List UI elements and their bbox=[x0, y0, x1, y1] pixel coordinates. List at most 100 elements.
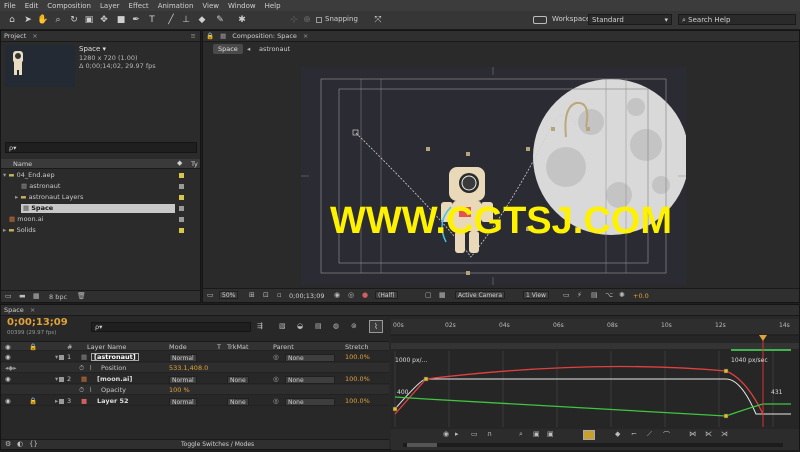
timeline-icon[interactable]: ▤ bbox=[591, 291, 598, 299]
flowchart-icon[interactable]: ⌥ bbox=[605, 291, 613, 299]
timeline-current-time[interactable]: 0;00;13;09 bbox=[7, 317, 68, 328]
resolution-select[interactable]: (Half) bbox=[375, 291, 398, 299]
stopwatch-icon[interactable]: ⏱ bbox=[79, 363, 84, 373]
parent-select[interactable]: None bbox=[285, 397, 335, 407]
layer-label-swatch[interactable] bbox=[59, 399, 64, 404]
reset-exposure-icon[interactable]: ✺ bbox=[619, 291, 625, 299]
t-header[interactable]: T bbox=[217, 342, 221, 352]
breadcrumb-space[interactable]: Space bbox=[213, 44, 243, 54]
layer-name[interactable]: [moon.ai] bbox=[97, 374, 132, 384]
layer-name[interactable]: [astronaut] bbox=[91, 353, 139, 361]
lock-icon[interactable]: 🔒 bbox=[29, 342, 37, 352]
eye-icon[interactable]: ◉ bbox=[5, 374, 11, 384]
pan-behind-tool-icon[interactable]: ✥ bbox=[98, 14, 110, 26]
transfer-controls-icon[interactable]: ◐ bbox=[17, 440, 23, 448]
stretch-header[interactable]: Stretch bbox=[345, 342, 368, 352]
project-item-end-aep[interactable]: ▾ ▬ 04_End.aep bbox=[1, 171, 200, 180]
snapshot-icon[interactable]: ◉ bbox=[334, 291, 340, 299]
menu-effect[interactable]: Effect bbox=[129, 2, 149, 10]
transparency-grid-icon[interactable]: ▦ bbox=[439, 291, 446, 299]
chevron-down-icon[interactable]: ▾ bbox=[55, 352, 58, 362]
layer-label-swatch[interactable] bbox=[59, 355, 64, 360]
layer-label-swatch[interactable] bbox=[59, 377, 64, 382]
timeline-search-input[interactable]: ρ▾ bbox=[91, 322, 251, 332]
clone-stamp-tool-icon[interactable]: ⊥ bbox=[180, 14, 192, 26]
mask-visibility-icon[interactable]: ▫ bbox=[277, 291, 282, 299]
project-item-astronaut-layers[interactable]: ▸ ▬ astronaut Layers bbox=[1, 193, 200, 202]
rotate-tool-icon[interactable]: ↻ bbox=[68, 14, 80, 26]
motion-blur-icon[interactable]: ◍ bbox=[333, 322, 339, 330]
workspace-select[interactable]: Standard ▾ bbox=[588, 14, 672, 25]
property-row-opacity[interactable]: ⏱ ⌇ Opacity 100 % bbox=[1, 385, 389, 395]
trash-icon[interactable]: 🗑 bbox=[77, 292, 86, 300]
label-color-swatch[interactable] bbox=[179, 184, 184, 189]
layer-row-layer-52[interactable]: ◉ 🔒 ▸ 3 ■ Layer 52 Normal None ◎ None 10… bbox=[1, 396, 389, 406]
menu-composition[interactable]: Composition bbox=[47, 2, 91, 10]
layer-number-header[interactable]: # bbox=[67, 342, 72, 352]
eye-icon[interactable]: ◉ bbox=[5, 342, 11, 352]
keyframe-nav-icon[interactable]: ◂◆▸ bbox=[5, 363, 17, 373]
snapping-checkbox[interactable] bbox=[316, 17, 322, 23]
mode-header[interactable]: Mode bbox=[169, 342, 187, 352]
linear-keyframe-icon[interactable]: ⟋ bbox=[647, 430, 652, 439]
label-tag-icon[interactable]: ◆ bbox=[177, 159, 182, 167]
color-channels-icon[interactable]: ● bbox=[362, 291, 368, 299]
eye-icon[interactable]: ◉ bbox=[5, 396, 11, 406]
chevron-down-icon[interactable]: ▾ bbox=[55, 374, 58, 384]
shy-layers-icon[interactable]: ◒ bbox=[297, 322, 303, 330]
separate-dimensions-icon[interactable] bbox=[583, 430, 595, 440]
zoom-tool-icon[interactable]: ⌕ bbox=[52, 14, 64, 26]
exposure-value[interactable]: +0.0 bbox=[633, 292, 649, 300]
magnification-select[interactable]: 50% bbox=[219, 291, 239, 299]
roto-brush-tool-icon[interactable]: ✎ bbox=[214, 14, 226, 26]
column-type-header[interactable]: Ty bbox=[191, 160, 198, 168]
hold-keyframe-icon[interactable]: ⌐ bbox=[631, 430, 637, 438]
label-color-swatch[interactable] bbox=[179, 206, 184, 211]
safe-margins-icon[interactable]: ⊞ bbox=[249, 291, 255, 299]
project-item-space[interactable]: ▦ Space bbox=[21, 204, 175, 213]
trkmat-header[interactable]: TrkMat bbox=[227, 342, 249, 352]
column-name-header[interactable]: Name bbox=[13, 160, 32, 168]
graph-toggle-icon[interactable]: ⌇ bbox=[89, 385, 92, 395]
grid-icon[interactable]: ⊡ bbox=[263, 291, 269, 299]
project-item-astronaut[interactable]: ▦ astronaut bbox=[1, 182, 200, 191]
pickwhip-icon[interactable]: ◎ bbox=[273, 396, 279, 406]
world-axis-icon[interactable]: ⊕ bbox=[301, 14, 313, 26]
home-icon[interactable]: ⌂ bbox=[6, 14, 18, 26]
label-color-swatch[interactable] bbox=[179, 228, 184, 233]
puppet-pin-tool-icon[interactable]: ✱ bbox=[236, 14, 248, 26]
layer-name-header[interactable]: Layer Name bbox=[87, 342, 126, 352]
lock-icon[interactable]: 🔒 bbox=[29, 396, 37, 406]
easy-ease-in-icon[interactable]: ⋉ bbox=[705, 430, 712, 438]
parent-select[interactable]: None bbox=[285, 375, 335, 385]
project-search-input[interactable]: ρ▾ bbox=[5, 142, 197, 153]
always-preview-icon[interactable]: ▭ bbox=[207, 291, 214, 299]
layer-switches-icon[interactable]: ⚙ bbox=[5, 440, 11, 448]
camera-tool-icon[interactable]: ▣ bbox=[83, 14, 95, 26]
menu-window[interactable]: Window bbox=[228, 2, 256, 10]
search-help-field[interactable]: ⌕ Search Help bbox=[678, 14, 796, 25]
chevron-right-icon[interactable]: ▸ bbox=[55, 396, 58, 406]
chevron-right-icon[interactable]: ▸ bbox=[15, 193, 18, 201]
stretch-value[interactable]: 100.0% bbox=[345, 374, 370, 384]
layer-name[interactable]: Layer 52 bbox=[97, 396, 129, 406]
close-icon[interactable]: × bbox=[30, 306, 35, 314]
close-icon[interactable]: × bbox=[303, 32, 308, 40]
comp-name[interactable]: Space ▾ bbox=[79, 45, 106, 53]
label-color-swatch[interactable] bbox=[179, 195, 184, 200]
fit-selection-icon[interactable]: ▣ bbox=[533, 430, 540, 438]
layer-row-moon[interactable]: ◉ ▾ 2 ▦ [moon.ai] Normal None ◎ None 100… bbox=[1, 374, 389, 384]
pickwhip-icon[interactable]: ◎ bbox=[273, 374, 279, 384]
brush-tool-icon[interactable]: ╱ bbox=[165, 14, 177, 26]
current-time-display[interactable]: 0;00;13;09 bbox=[289, 292, 325, 300]
parent-select[interactable]: None bbox=[285, 353, 335, 363]
snap-options-icon[interactable]: ⤧ bbox=[372, 14, 384, 26]
composition-tab[interactable]: Composition: Space bbox=[232, 32, 297, 40]
menu-animation[interactable]: Animation bbox=[158, 2, 194, 10]
trkmat-select[interactable]: None bbox=[227, 397, 249, 407]
mode-select[interactable]: Normal bbox=[169, 353, 197, 363]
views-select[interactable]: 1 View bbox=[523, 291, 549, 299]
rectangle-tool-icon[interactable]: ■ bbox=[115, 14, 127, 26]
parent-header[interactable]: Parent bbox=[273, 342, 294, 352]
composition-viewer[interactable] bbox=[301, 67, 689, 285]
